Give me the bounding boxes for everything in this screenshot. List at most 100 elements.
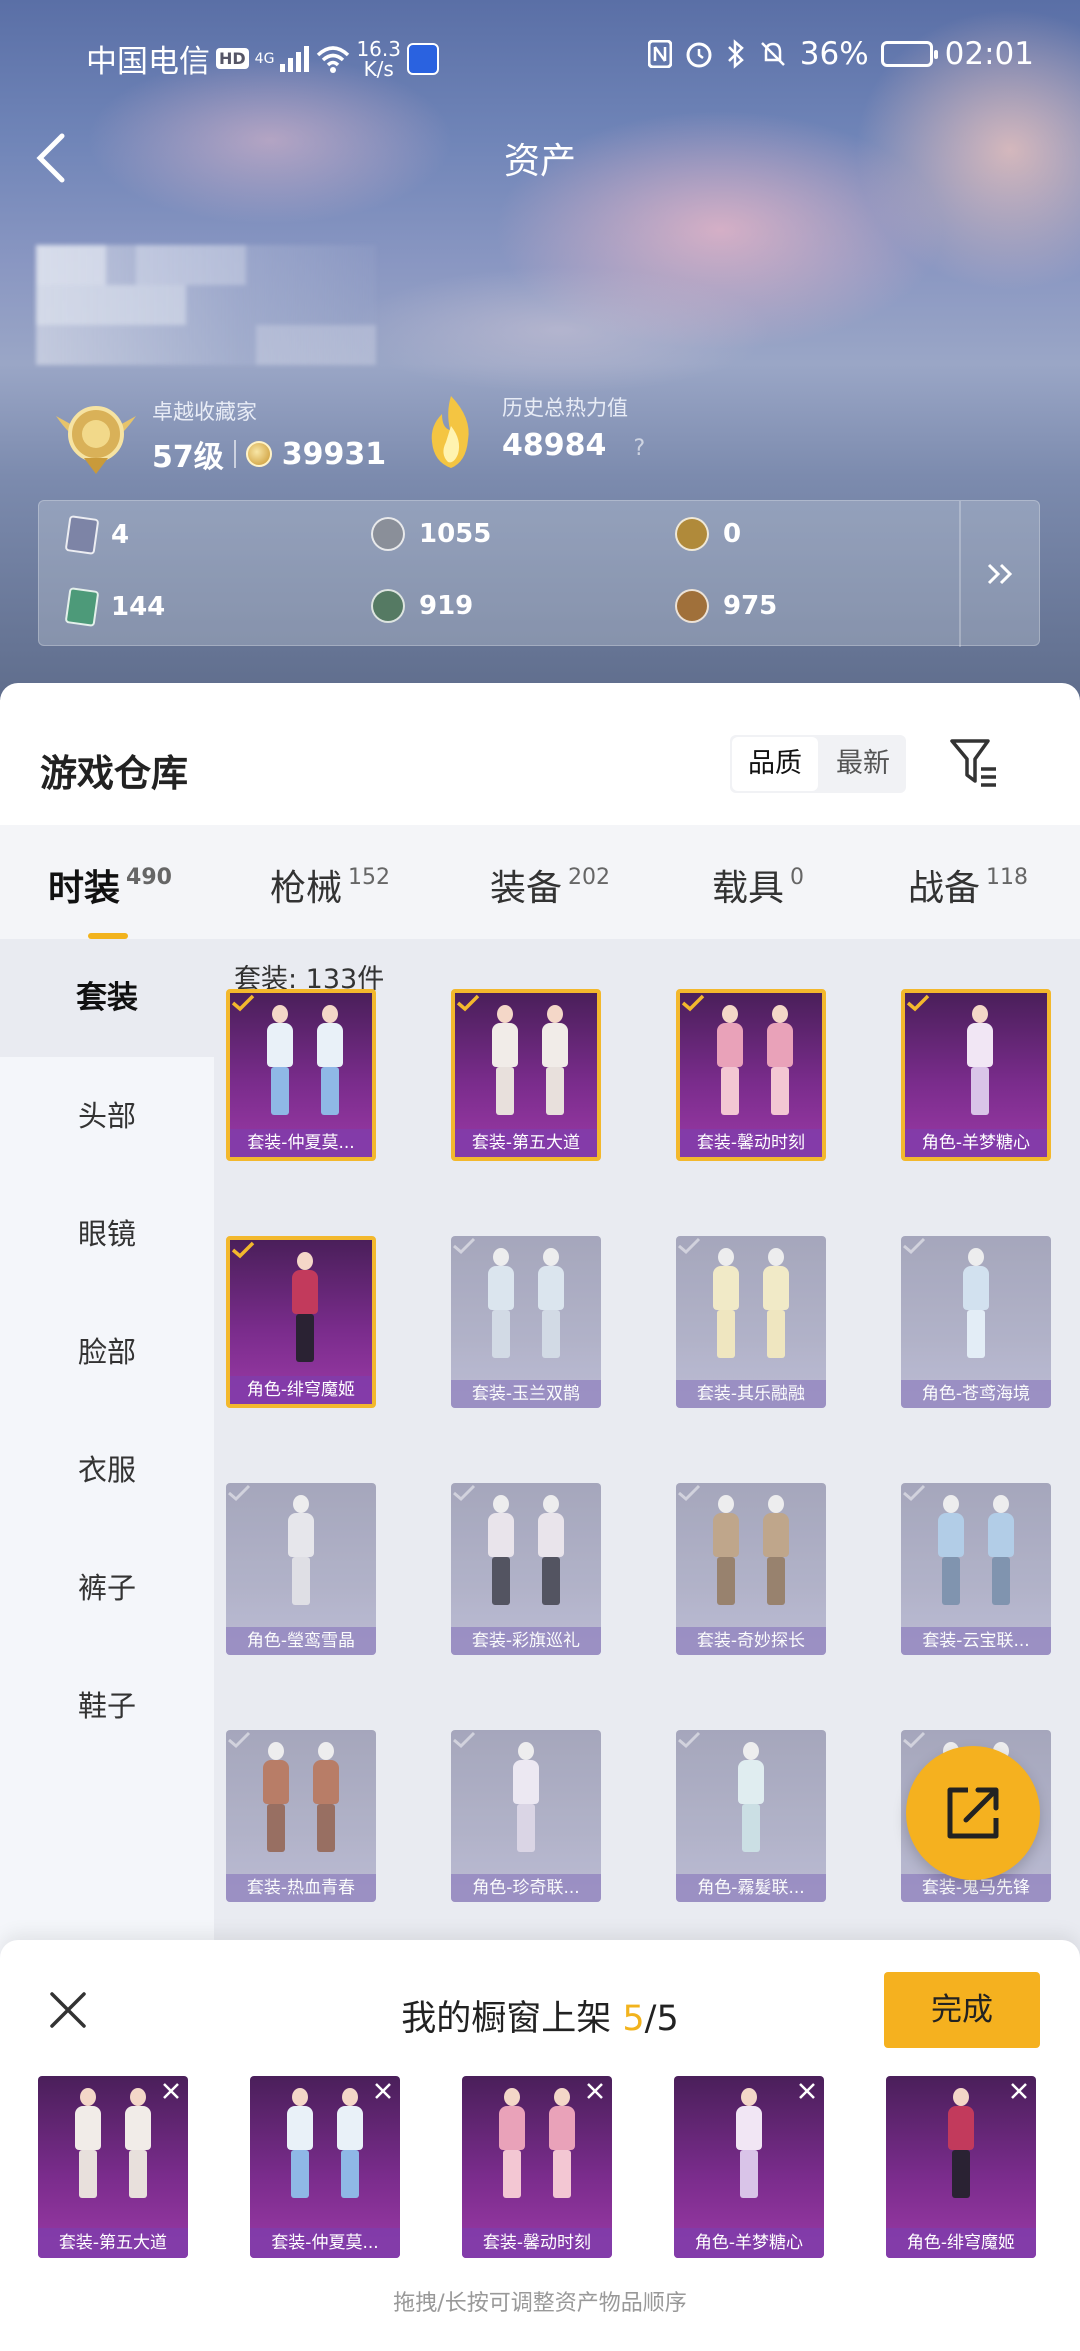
- checkmark-icon: [678, 1731, 701, 1749]
- sort-option-quality[interactable]: 品质: [732, 737, 818, 791]
- showcase-item[interactable]: 套装-仲夏莫...: [250, 2076, 400, 2258]
- tab-equipment[interactable]: 装备 202: [490, 859, 610, 911]
- collector-medal-icon: [56, 406, 136, 474]
- outfit-figure: [711, 1495, 741, 1607]
- outfit-figure: [311, 1742, 341, 1854]
- showcase-item[interactable]: 套装-馨动时刻: [462, 2076, 612, 2258]
- checkmark-icon: [903, 1237, 926, 1255]
- outfit-item[interactable]: 套装-玉兰双鹊: [451, 1236, 601, 1408]
- outfit-item[interactable]: 角色-绯穹魔姬: [226, 1236, 376, 1408]
- tab-supplies[interactable]: 战备 118: [908, 859, 1028, 911]
- page-title: 资产: [503, 141, 576, 182]
- filter-icon[interactable]: [948, 735, 1000, 791]
- outfit-figure: [315, 1005, 345, 1117]
- mute-icon: [760, 42, 785, 66]
- collector-title: 卓越收藏家: [152, 400, 257, 424]
- heat-value: 48984: [502, 428, 607, 463]
- gold-token-icon: [675, 517, 709, 551]
- outfit-figure: [936, 1495, 966, 1607]
- outfit-figure: [765, 1005, 795, 1117]
- item-label: 套装-馨动时刻: [680, 1129, 822, 1157]
- checkmark-icon: [678, 1484, 701, 1502]
- checkmark-icon: [456, 994, 480, 1012]
- nfc-icon: [647, 40, 672, 68]
- showcase-item[interactable]: 角色-羊梦糖心: [674, 2076, 824, 2258]
- carrier-text: 中国电信: [86, 44, 210, 80]
- outfit-item[interactable]: 套装-仲夏莫...: [226, 989, 376, 1161]
- sub-tab-face[interactable]: 脸部: [0, 1293, 214, 1411]
- outfit-figure: [486, 1248, 516, 1360]
- help-icon[interactable]: ?: [633, 436, 645, 461]
- item-label: 角色-霧髮联...: [676, 1874, 826, 1902]
- outfit-figure: [711, 1248, 741, 1360]
- assets-more-button[interactable]: [959, 501, 1039, 647]
- tab-vehicles[interactable]: 载具 0: [712, 859, 804, 911]
- outfit-item[interactable]: 套装-馨动时刻: [676, 989, 826, 1161]
- outfit-figure: [490, 1005, 520, 1117]
- remove-icon[interactable]: [1008, 2080, 1030, 2102]
- outfit-item[interactable]: 角色-珍奇联...: [451, 1730, 601, 1902]
- item-label: 角色-绯穹魔姬: [230, 1376, 372, 1404]
- sub-tab-suit[interactable]: 套装: [0, 939, 214, 1057]
- asset-item: 1055: [371, 517, 491, 551]
- category-tabs: 时装 490 枪械 152 装备 202 载具 0 战备 118: [0, 825, 1080, 939]
- outfit-item[interactable]: 套装-云宝联...: [901, 1483, 1051, 1655]
- sort-toggle: 品质 最新: [730, 735, 906, 793]
- outfit-item[interactable]: 套装-其乐融融: [676, 1236, 826, 1408]
- sort-option-newest[interactable]: 最新: [820, 735, 906, 793]
- outfit-figure: [536, 1495, 566, 1607]
- item-label: 套装-热血青春: [226, 1874, 376, 1902]
- outfit-item[interactable]: 套装-热血青春: [226, 1730, 376, 1902]
- sub-tab-glasses[interactable]: 眼镜: [0, 1175, 214, 1293]
- checkmark-icon: [678, 1237, 701, 1255]
- showcase-item[interactable]: 角色-绯穹魔姬: [886, 2076, 1036, 2258]
- remove-icon[interactable]: [160, 2080, 182, 2102]
- outfit-figure: [986, 1495, 1016, 1607]
- tab-fashion[interactable]: 时装 490: [48, 859, 172, 939]
- outfit-item[interactable]: 角色-霧髮联...: [676, 1730, 826, 1902]
- sub-tab-shoes[interactable]: 鞋子: [0, 1647, 214, 1765]
- outfit-figure: [335, 2088, 365, 2200]
- item-label: 套装-第五大道: [455, 1129, 597, 1157]
- item-label: 套装-玉兰双鹊: [451, 1380, 601, 1408]
- outfit-item[interactable]: 角色-羊梦糖心: [901, 989, 1051, 1161]
- item-label: 角色-珍奇联...: [451, 1874, 601, 1902]
- remove-icon[interactable]: [584, 2080, 606, 2102]
- outfit-figure: [265, 1005, 295, 1117]
- outfit-figure: [961, 1248, 991, 1360]
- showcase-item-label: 角色-羊梦糖心: [674, 2228, 824, 2258]
- sub-tab-head[interactable]: 头部: [0, 1057, 214, 1175]
- sub-tab-clothes[interactable]: 衣服: [0, 1411, 214, 1529]
- tab-weapons[interactable]: 枪械 152: [270, 859, 390, 911]
- item-label: 角色-羊梦糖心: [905, 1129, 1047, 1157]
- collection-point-icon: [245, 441, 272, 467]
- remove-icon[interactable]: [372, 2080, 394, 2102]
- wifi-icon: [317, 45, 350, 73]
- item-label: 套装-彩旗巡礼: [451, 1627, 601, 1655]
- blurred-username: [36, 245, 376, 365]
- share-external-icon: [947, 1787, 999, 1839]
- outfit-item[interactable]: 角色-苍鸢海境: [901, 1236, 1051, 1408]
- sub-tab-pants[interactable]: 裤子: [0, 1529, 214, 1647]
- checkmark-icon: [231, 994, 255, 1012]
- outfit-item[interactable]: 角色-瑩鸾雪晶: [226, 1483, 376, 1655]
- showcase-item-label: 套装-仲夏莫...: [250, 2228, 400, 2258]
- remove-icon[interactable]: [796, 2080, 818, 2102]
- outfit-item[interactable]: 套装-彩旗巡礼: [451, 1483, 601, 1655]
- outfit-item[interactable]: 套装-奇妙探长: [676, 1483, 826, 1655]
- gem-orb-icon: [371, 589, 405, 623]
- outfit-figure: [286, 1495, 316, 1607]
- checkmark-icon: [453, 1237, 476, 1255]
- showcase-item[interactable]: 套装-第五大道: [38, 2076, 188, 2258]
- outfit-item[interactable]: 套装-第五大道: [451, 989, 601, 1161]
- outfit-figure: [946, 2088, 976, 2200]
- collector-info: 卓越收藏家 57级 39931: [152, 396, 386, 476]
- share-fab-button[interactable]: [906, 1746, 1040, 1880]
- asset-item: 975: [675, 589, 777, 623]
- asset-summary[interactable]: 4 1055 0 144 919 975: [38, 500, 1040, 647]
- heat-info: 历史总热力值 48984 ?: [502, 392, 645, 463]
- done-button[interactable]: 完成: [884, 1972, 1040, 2048]
- collector-level: 57级: [152, 440, 224, 475]
- checkmark-icon: [228, 1731, 251, 1749]
- showcase-item-label: 套装-馨动时刻: [462, 2228, 612, 2258]
